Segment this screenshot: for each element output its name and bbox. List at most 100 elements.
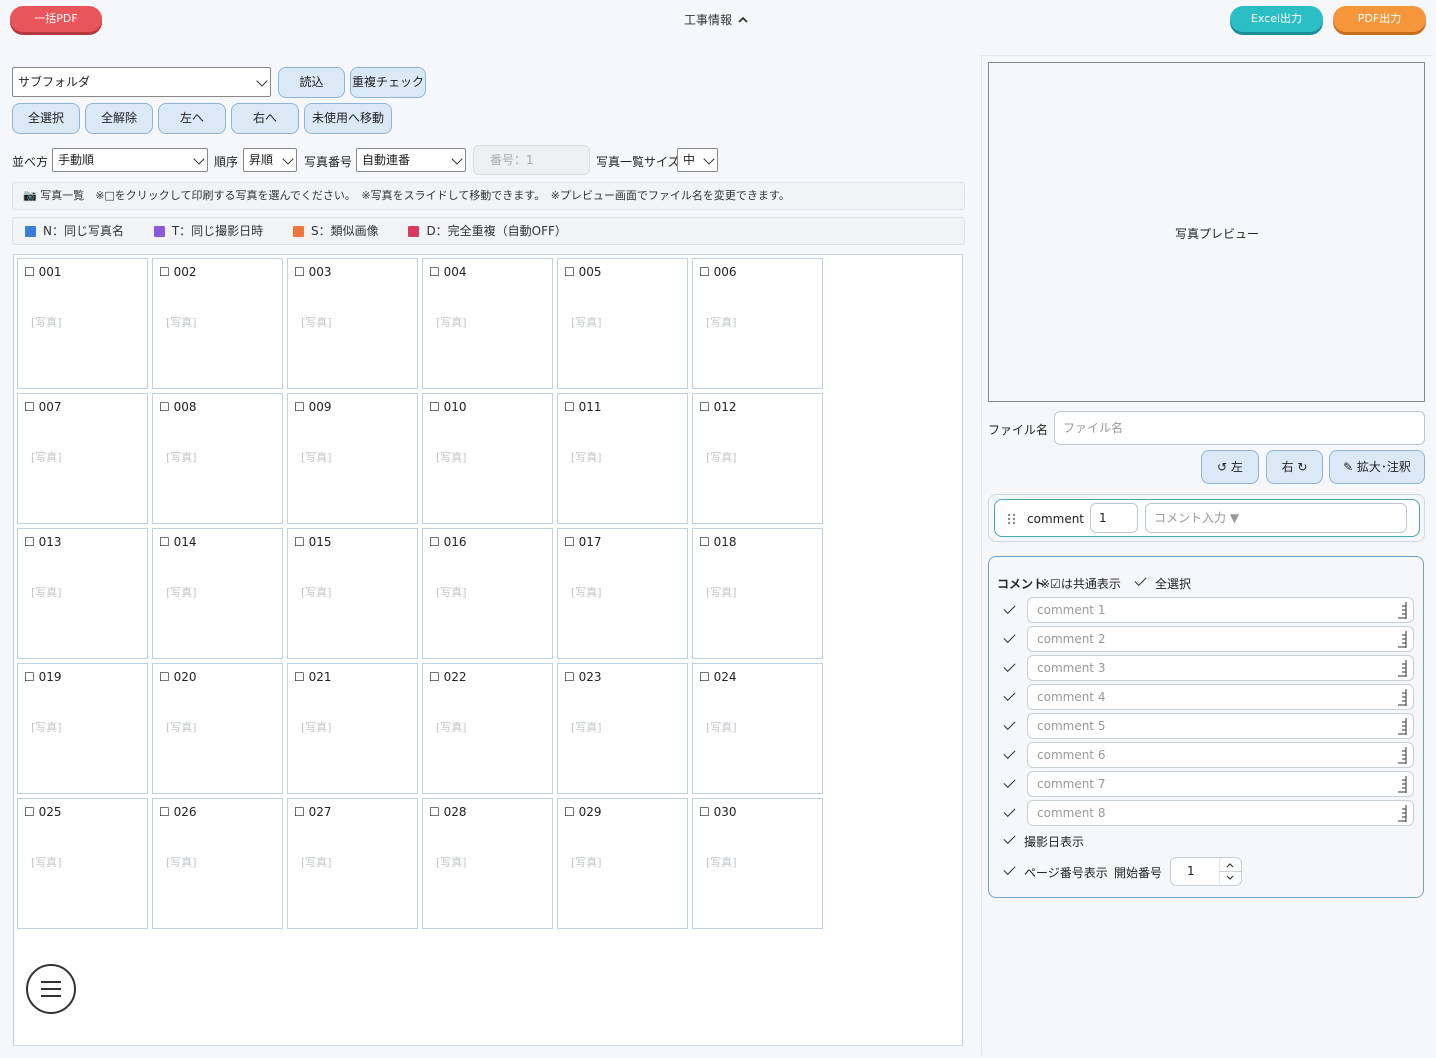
duplicate-check-button[interactable]: 重複チェック <box>350 67 426 98</box>
photo-cell[interactable]: ☐ 017 [写真] <box>557 528 688 659</box>
rotate-left-button[interactable]: ↺ 左 <box>1201 450 1259 484</box>
photo-number-select[interactable]: 自動連番 <box>356 148 466 172</box>
comment-field[interactable]: comment 2 <box>1027 626 1414 652</box>
folder-select[interactable]: サブフォルダ <box>12 67 271 97</box>
order-select[interactable]: 昇順 <box>243 148 297 172</box>
spinner-icon[interactable] <box>1397 631 1407 648</box>
select-all-button[interactable]: 全選択 <box>12 103 80 134</box>
deselect-all-button[interactable]: 全解除 <box>85 103 153 134</box>
photo-number-checkbox[interactable]: ☐ 026 <box>159 805 196 819</box>
photo-number-checkbox[interactable]: ☐ 010 <box>429 400 466 414</box>
photo-number-checkbox[interactable]: ☐ 025 <box>24 805 61 819</box>
rotate-right-button[interactable]: 右 ↻ <box>1266 450 1323 484</box>
photo-number-checkbox[interactable]: ☐ 019 <box>24 670 61 684</box>
photo-cell[interactable]: ☐ 010 [写真] <box>422 393 553 524</box>
spinner-icon[interactable] <box>1397 718 1407 735</box>
photo-number-checkbox[interactable]: ☐ 016 <box>429 535 466 549</box>
photo-cell[interactable]: ☐ 029 [写真] <box>557 798 688 929</box>
start-number-input[interactable]: 番号：1 <box>473 145 590 175</box>
comment-field[interactable]: comment 8 <box>1027 800 1414 826</box>
photo-number-checkbox[interactable]: ☐ 001 <box>24 265 61 279</box>
photo-number-checkbox[interactable]: ☐ 023 <box>564 670 601 684</box>
photo-grid[interactable]: ☐ 001 [写真] ☐ 002 [写真] ☐ 003 [写真] ☐ 004 [写真] ☐ 00… <box>13 254 963 1046</box>
photo-number-checkbox[interactable]: ☐ 013 <box>24 535 61 549</box>
photo-number-checkbox[interactable]: ☐ 022 <box>429 670 466 684</box>
photo-cell[interactable]: ☐ 004 [写真] <box>422 258 553 389</box>
zoom-annotate-button[interactable]: ✎ 拡大･注釈 <box>1329 450 1425 484</box>
photo-cell[interactable]: ☐ 003 [写真] <box>287 258 418 389</box>
photo-cell[interactable]: ☐ 025 [写真] <box>17 798 148 929</box>
photo-cell[interactable]: ☐ 002 [写真] <box>152 258 283 389</box>
spinner-icon[interactable] <box>1397 602 1407 619</box>
comment-field[interactable]: comment 6 <box>1027 742 1414 768</box>
photo-number-checkbox[interactable]: ☐ 027 <box>294 805 331 819</box>
spinner-arrows-icon[interactable] <box>1219 858 1241 885</box>
photo-cell[interactable]: ☐ 005 [写真] <box>557 258 688 389</box>
photo-cell[interactable]: ☐ 018 [写真] <box>692 528 823 659</box>
photo-number-checkbox[interactable]: ☐ 002 <box>159 265 196 279</box>
photo-cell[interactable]: ☐ 009 [写真] <box>287 393 418 524</box>
photo-number-checkbox[interactable]: ☐ 021 <box>294 670 331 684</box>
photo-cell[interactable]: ☐ 021 [写真] <box>287 663 418 794</box>
photo-number-checkbox[interactable]: ☐ 009 <box>294 400 331 414</box>
photo-cell[interactable]: ☐ 026 [写真] <box>152 798 283 929</box>
project-info-toggle[interactable]: 工事情報 <box>684 11 748 28</box>
photo-cell[interactable]: ☐ 013 [写真] <box>17 528 148 659</box>
list-size-select[interactable]: 中 <box>677 148 718 172</box>
photo-number-checkbox[interactable]: ☐ 018 <box>699 535 736 549</box>
photo-number-checkbox[interactable]: ☐ 017 <box>564 535 601 549</box>
photo-number-checkbox[interactable]: ☐ 005 <box>564 265 601 279</box>
bulk-pdf-button[interactable]: 一括PDF <box>10 6 102 32</box>
photo-number-checkbox[interactable]: ☐ 030 <box>699 805 736 819</box>
photo-cell[interactable]: ☐ 001 [写真] <box>17 258 148 389</box>
spinner-icon[interactable] <box>1397 776 1407 793</box>
photo-number-checkbox[interactable]: ☐ 008 <box>159 400 196 414</box>
comment-text-input[interactable]: コメント入力 ▼ <box>1145 503 1407 533</box>
photo-number-checkbox[interactable]: ☐ 006 <box>699 265 736 279</box>
filename-input[interactable]: ファイル名 <box>1054 411 1425 445</box>
photo-cell[interactable]: ☐ 016 [写真] <box>422 528 553 659</box>
menu-button[interactable] <box>26 964 76 1014</box>
photo-number-checkbox[interactable]: ☐ 024 <box>699 670 736 684</box>
comment-field[interactable]: comment 3 <box>1027 655 1414 681</box>
comment-field[interactable]: comment 1 <box>1027 597 1414 623</box>
photo-number-checkbox[interactable]: ☐ 015 <box>294 535 331 549</box>
photo-cell[interactable]: ☐ 022 [写真] <box>422 663 553 794</box>
photo-number-checkbox[interactable]: ☐ 020 <box>159 670 196 684</box>
photo-cell[interactable]: ☐ 014 [写真] <box>152 528 283 659</box>
photo-cell[interactable]: ☐ 027 [写真] <box>287 798 418 929</box>
move-to-unused-button[interactable]: 未使用へ移動 <box>304 103 392 134</box>
photo-cell[interactable]: ☐ 008 [写真] <box>152 393 283 524</box>
photo-number-checkbox[interactable]: ☐ 014 <box>159 535 196 549</box>
photo-cell[interactable]: ☐ 019 [写真] <box>17 663 148 794</box>
move-right-button[interactable]: 右へ <box>231 103 299 134</box>
photo-cell[interactable]: ☐ 030 [写真] <box>692 798 823 929</box>
pdf-export-button[interactable]: PDF出力 <box>1333 6 1426 32</box>
comment-field[interactable]: comment 7 <box>1027 771 1414 797</box>
spinner-icon[interactable] <box>1397 689 1407 706</box>
photo-number-checkbox[interactable]: ☐ 028 <box>429 805 466 819</box>
photo-cell[interactable]: ☐ 006 [写真] <box>692 258 823 389</box>
start-number-spinner[interactable]: 1 <box>1170 857 1242 886</box>
spinner-icon[interactable] <box>1397 805 1407 822</box>
photo-number-checkbox[interactable]: ☐ 003 <box>294 265 331 279</box>
photo-number-checkbox[interactable]: ☐ 011 <box>564 400 601 414</box>
spinner-icon[interactable] <box>1397 660 1407 677</box>
photo-cell[interactable]: ☐ 023 [写真] <box>557 663 688 794</box>
photo-cell[interactable]: ☐ 028 [写真] <box>422 798 553 929</box>
comment-field[interactable]: comment 4 <box>1027 684 1414 710</box>
spinner-icon[interactable] <box>1397 747 1407 764</box>
photo-number-checkbox[interactable]: ☐ 012 <box>699 400 736 414</box>
drag-handle-icon[interactable] <box>1007 513 1017 525</box>
photo-cell[interactable]: ☐ 007 [写真] <box>17 393 148 524</box>
comment-number-input[interactable]: 1 <box>1090 503 1138 533</box>
photo-cell[interactable]: ☐ 020 [写真] <box>152 663 283 794</box>
photo-cell[interactable]: ☐ 015 [写真] <box>287 528 418 659</box>
excel-export-button[interactable]: Excel出力 <box>1230 6 1323 32</box>
comments-select-all[interactable]: 全選択 <box>1155 575 1191 592</box>
photo-cell[interactable]: ☐ 024 [写真] <box>692 663 823 794</box>
photo-preview[interactable]: 写真プレビュー <box>988 62 1425 402</box>
photo-cell[interactable]: ☐ 012 [写真] <box>692 393 823 524</box>
photo-number-checkbox[interactable]: ☐ 004 <box>429 265 466 279</box>
sort-select[interactable]: 手動順 <box>52 148 208 172</box>
